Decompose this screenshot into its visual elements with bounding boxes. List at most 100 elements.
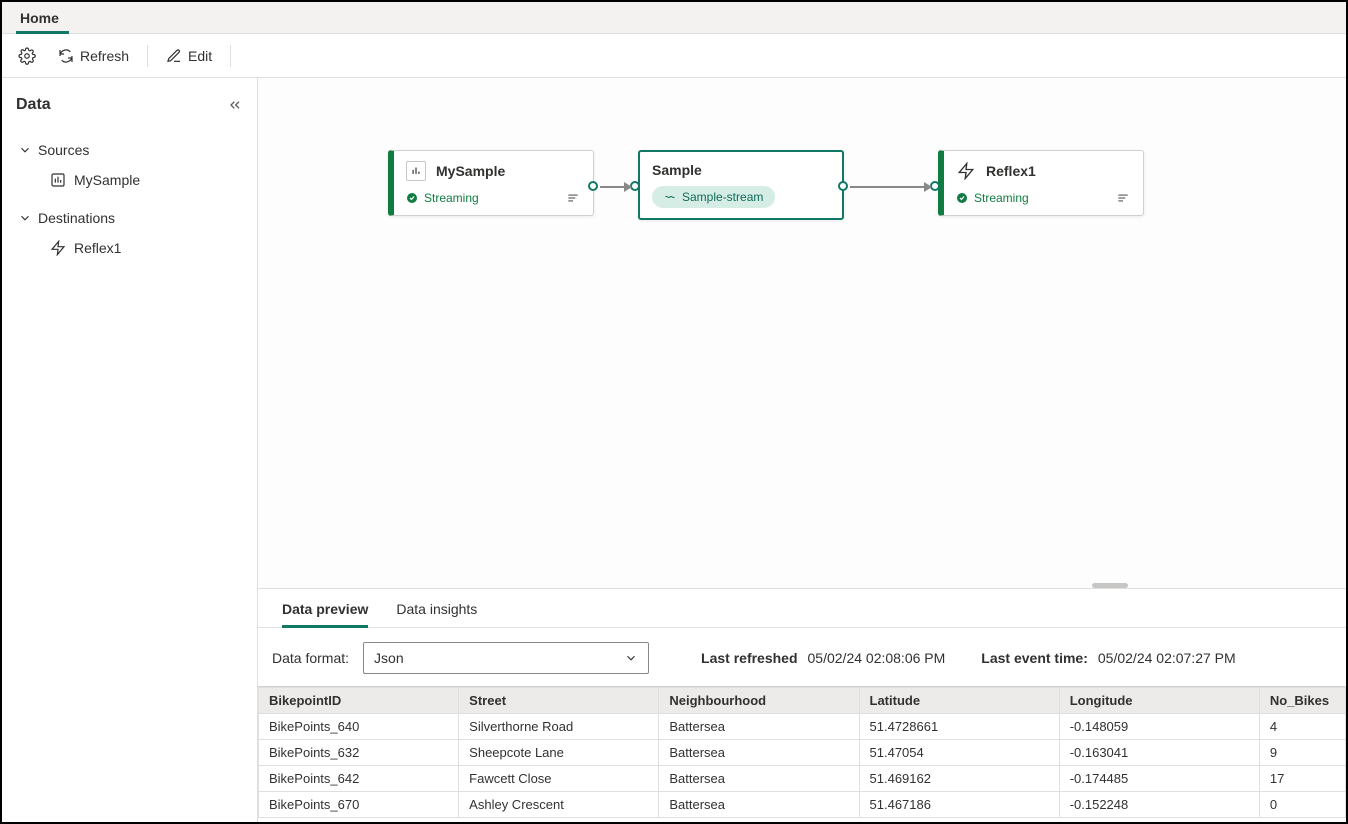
table-row[interactable]: BikePoints_632Sheepcote LaneBattersea51.… [259,740,1346,766]
edit-icon [166,48,182,64]
edit-button[interactable]: Edit [158,40,220,72]
table-cell: Silverthorne Road [459,714,659,740]
table-cell: 4 [1259,714,1345,740]
node-source[interactable]: MySample Streaming [388,150,594,216]
tree-section-destinations-label: Destinations [38,210,115,226]
tree-item-label: MySample [74,172,140,188]
table-cell: BikePoints_642 [259,766,459,792]
collapse-sidebar-button[interactable] [227,97,243,113]
node-title: Reflex1 [986,163,1036,179]
port-out[interactable] [838,181,848,191]
sidebar-title: Data [16,96,51,114]
tab-home[interactable]: Home [16,4,69,33]
node-status: Streaming [424,191,479,205]
settings-button[interactable] [10,40,44,72]
toolbar-divider [147,45,148,67]
last-event-value: 05/02/24 02:07:27 PM [1098,650,1236,666]
chevron-down-icon [18,143,32,157]
table-cell: Fawcett Close [459,766,659,792]
table-cell: -0.152248 [1059,792,1259,818]
table-cell: 51.469162 [859,766,1059,792]
tab-data-preview[interactable]: Data preview [282,601,368,627]
tree-item-label: Reflex1 [74,240,121,256]
table-cell: 17 [1259,766,1345,792]
tab-data-insights[interactable]: Data insights [396,601,477,627]
node-stream[interactable]: Sample Sample-stream [638,150,844,220]
table-cell: Battersea [659,740,859,766]
table-row[interactable]: BikePoints_670Ashley CrescentBattersea51… [259,792,1346,818]
table-cell: -0.174485 [1059,766,1259,792]
data-format-value: Json [374,650,404,666]
table-row[interactable]: BikePoints_640Silverthorne RoadBattersea… [259,714,1346,740]
bolt-icon [50,240,66,256]
check-circle-icon [406,192,418,204]
node-title: Sample [652,162,702,178]
column-header[interactable]: Latitude [859,688,1059,714]
edit-label: Edit [188,48,212,64]
port-out[interactable] [588,181,598,191]
node-menu-button[interactable] [1115,191,1131,205]
column-header[interactable]: Longitude [1059,688,1259,714]
table-cell: 51.467186 [859,792,1059,818]
data-format-label: Data format: [272,650,349,666]
tree-section-sources[interactable]: Sources [16,136,243,164]
table-cell: Battersea [659,714,859,740]
chevrons-left-icon [227,97,243,113]
data-preview-grid[interactable]: BikepointIDStreetNeighbourhoodLatitudeLo… [258,686,1346,818]
table-cell: -0.163041 [1059,740,1259,766]
node-dest[interactable]: Reflex1 Streaming [938,150,1144,216]
table-cell: BikePoints_632 [259,740,459,766]
tree-item-reflex1[interactable]: Reflex1 [16,232,243,264]
tree-item-mysample[interactable]: MySample [16,164,243,196]
column-header[interactable]: BikepointID [259,688,459,714]
bolt-icon [956,161,976,181]
stream-chip-label: Sample-stream [682,190,763,204]
node-status: Streaming [974,191,1029,205]
chart-icon [50,172,66,188]
column-header[interactable]: No_Bikes [1259,688,1345,714]
toolbar-divider-2 [230,45,231,67]
toolbar: Refresh Edit [2,34,1346,78]
table-cell: 51.47054 [859,740,1059,766]
chart-icon [406,161,426,181]
edge [850,186,930,188]
table-cell: BikePoints_640 [259,714,459,740]
last-refreshed-label: Last refreshed [701,650,797,666]
node-title: MySample [436,163,505,179]
pipeline-canvas[interactable]: MySample Streaming Sample [258,78,1346,588]
refresh-button[interactable]: Refresh [50,40,137,72]
tree-section-sources-label: Sources [38,142,89,158]
refresh-label: Refresh [80,48,129,64]
bottom-panel: Data preview Data insights Data format: … [258,588,1346,822]
menu-lines-icon [1115,191,1131,205]
resize-grip[interactable] [1092,583,1128,588]
ribbon-tabbar: Home [2,2,1346,34]
last-event-label: Last event time: [981,650,1088,666]
table-row[interactable]: BikePoints_642Fawcett CloseBattersea51.4… [259,766,1346,792]
table-cell: BikePoints_670 [259,792,459,818]
table-cell: 51.4728661 [859,714,1059,740]
chevron-down-icon [624,651,638,665]
refresh-icon [58,48,74,64]
chevron-down-icon [18,211,32,225]
table-cell: Battersea [659,792,859,818]
stream-chip[interactable]: Sample-stream [652,186,775,208]
table-cell: 9 [1259,740,1345,766]
column-header[interactable]: Street [459,688,659,714]
table-cell: Sheepcote Lane [459,740,659,766]
last-refreshed-value: 05/02/24 02:08:06 PM [808,650,946,666]
table-cell: 0 [1259,792,1345,818]
data-format-select[interactable]: Json [363,642,649,674]
check-circle-icon [956,192,968,204]
table-cell: Battersea [659,766,859,792]
sidebar: Data Sources MySample Destinations Ref [2,78,258,822]
edge [600,186,630,188]
node-menu-button[interactable] [565,191,581,205]
column-header[interactable]: Neighbourhood [659,688,859,714]
menu-lines-icon [565,191,581,205]
gear-icon [18,47,36,65]
table-cell: Ashley Crescent [459,792,659,818]
tree-section-destinations[interactable]: Destinations [16,204,243,232]
table-cell: -0.148059 [1059,714,1259,740]
stream-icon [664,191,676,203]
